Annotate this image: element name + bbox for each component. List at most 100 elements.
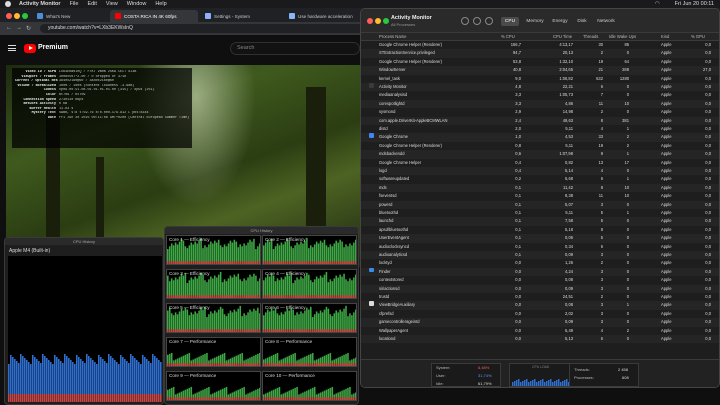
table-cell: 1 — [626, 151, 629, 157]
table-cell: 85 — [624, 42, 629, 47]
table-row[interactable]: sysmond 2,9 14,98 2 0 Apple 0,0 — [361, 108, 719, 116]
table-row[interactable]: distd 2,0 5,11 4 1 Apple 0,0 — [361, 125, 719, 133]
tab-memory[interactable]: Memory — [523, 17, 547, 26]
core-load-bar — [255, 310, 257, 332]
table-row[interactable]: cfprefsd 0,0 2,02 3 0 Apple 0,0 — [361, 310, 719, 318]
more-icon[interactable] — [485, 17, 493, 25]
core-load-bar — [345, 244, 347, 264]
column-header[interactable]: Process Name — [379, 33, 406, 41]
search-icon[interactable] — [705, 17, 713, 25]
table-row[interactable]: kernel_task 9,0 1:06,82 632 1280 Apple 0,0 — [361, 75, 719, 83]
table-row[interactable]: ViewBridgeAuxiliary 0,0 0,08 3 1 Apple 0,0 — [361, 301, 719, 310]
core-system-bar — [345, 397, 347, 400]
apple-menu-icon[interactable] — [5, 1, 11, 7]
wifi-icon[interactable]: ◠ — [655, 1, 660, 7]
minimize-window-icon[interactable] — [375, 18, 381, 24]
column-header[interactable]: % GPU — [691, 33, 705, 41]
core-system-bar — [182, 329, 185, 332]
menu-help[interactable]: Help — [155, 1, 166, 7]
table-row[interactable]: com.apple.DriverKit-AppleBCMWLAN 2,4 49,63… — [361, 116, 719, 125]
minimize-window-icon[interactable] — [14, 13, 20, 19]
menu-icon[interactable] — [8, 45, 16, 51]
youtube-logo-icon[interactable] — [24, 44, 36, 53]
table-row[interactable]: gamecontrollerageintd 0,0 0,09 3 0 Apple 0,0 — [361, 318, 719, 327]
stop-process-icon[interactable] — [461, 17, 469, 25]
table-row[interactable]: Activity Monitor 4,8 22,21 6 0 Apple 0,0 — [361, 83, 719, 92]
table-row[interactable]: mds 0,1 11,42 8 10 Apple 0,0 — [361, 183, 719, 193]
table-row[interactable]: locationd 0,0 5,13 6 0 Apple 0,0 — [361, 335, 719, 344]
menu-view[interactable]: View — [106, 1, 118, 7]
back-icon[interactable]: ← — [6, 25, 12, 31]
core-load-bar — [355, 274, 356, 298]
core-label: Core 6 — Efficiency — [265, 305, 306, 310]
table-row[interactable]: mediaanalysisd 3,3 1:05,73 7 0 Apple 0,0 — [361, 91, 719, 99]
table-row[interactable]: Google Chrome Helper (Renderer) 0,8 5,11 19… — [361, 142, 719, 150]
table-row[interactable]: softwareupdated 0,2 6,68 6 1 Apple 0,0 — [361, 175, 719, 183]
menu-file[interactable]: File — [70, 1, 79, 7]
table-row[interactable]: contextstored 0,0 0,08 3 0 Apple 0,0 — [361, 276, 719, 284]
table-row[interactable]: Google Chrome Helper (Renderer) 156,7 4:13… — [361, 41, 719, 49]
clock[interactable]: Fri Jun 20 00:11 — [675, 1, 714, 7]
table-row[interactable]: logd 0,4 5,14 4 0 Apple 0,0 — [361, 167, 719, 176]
cpu-system-bar — [22, 394, 24, 402]
column-header[interactable]: Idle Wake Ups — [609, 33, 636, 41]
table-row[interactable]: Google Chrome 1,0 4,53 33 2 Apple 0,0 — [361, 133, 719, 142]
column-header[interactable]: % CPU — [501, 33, 515, 41]
search-input[interactable]: Search — [230, 42, 360, 55]
menu-window[interactable]: Window — [127, 1, 147, 7]
core-system-bar — [263, 295, 265, 298]
tab-costa-rica[interactable]: COSTA RICA IN 4K 60fps — [110, 10, 198, 22]
zoom-window-icon[interactable] — [22, 13, 28, 19]
core-system-bar — [243, 295, 245, 298]
table-row[interactable]: Google Chrome Helper 0,4 0,82 13 17 Apple 0,0 — [361, 159, 719, 167]
table-row[interactable]: Finder 0,0 4,24 3 0 Apple 0,0 — [361, 267, 719, 277]
close-window-icon[interactable] — [6, 13, 12, 19]
table-row[interactable]: siriactionsd 0,0 0,09 3 0 Apple 0,0 — [361, 284, 719, 293]
column-header[interactable]: Kind — [661, 33, 669, 41]
table-cell: 49,63 — [562, 117, 573, 123]
table-row[interactable]: mdsbackendd 0,6 1:07,98 9 1 Apple 0,0 — [361, 150, 719, 159]
table-row[interactable]: WallpaperAgent 0,0 6,49 4 2 Apple 0,0 — [361, 327, 719, 335]
zoom-window-icon[interactable] — [383, 18, 389, 24]
core-load-bar — [168, 307, 171, 332]
forward-icon[interactable]: → — [16, 25, 22, 31]
core-system-bar — [217, 397, 220, 400]
table-row[interactable]: powerd 0,1 5,07 3 0 Apple 0,0 — [361, 200, 719, 209]
table-row[interactable]: apsd/bluetoothd 0,1 5,18 8 0 Apple 0,0 — [361, 226, 719, 234]
tab-network[interactable]: Network — [593, 17, 619, 26]
menu-app-name[interactable]: Activity Monitor — [19, 1, 61, 7]
table-row[interactable]: audioclocksyncd 0,1 0,34 6 0 Apple 0,0 — [361, 243, 719, 251]
core-system-bar — [300, 329, 302, 332]
table-row[interactable]: audioanalyticsd 0,1 0,09 3 0 Apple 0,0 — [361, 251, 719, 260]
table-cell: 0,1 — [515, 252, 521, 257]
tab-energy[interactable]: Energy — [549, 17, 571, 26]
tab-hardware-acceleration[interactable]: Use hardware acceleration — [284, 10, 366, 22]
info-icon[interactable] — [473, 17, 481, 25]
reload-icon[interactable]: ↻ — [26, 25, 31, 32]
column-header[interactable]: Threads — [583, 33, 598, 41]
menu-edit[interactable]: Edit — [87, 1, 96, 7]
core-load-bar — [341, 311, 343, 332]
tab-cpu[interactable]: CPU — [501, 17, 519, 26]
table-row[interactable]: UserEventAgent 0,1 0,06 5 0 Apple 0,0 — [361, 234, 719, 243]
table-cell: 0 — [626, 92, 629, 98]
table-row[interactable]: WindowServer 40,8 2:04,65 21 288 Apple 27,0 — [361, 66, 719, 75]
table-row[interactable]: STExtractionService.privileged 94,7 20,13 2… — [361, 49, 719, 58]
table-cell: 13 — [598, 159, 603, 165]
table-row[interactable]: fseventsd 0,1 8,38 11 10 Apple 0,0 — [361, 192, 719, 200]
cpu-system-bar — [138, 394, 140, 402]
column-header[interactable]: CPU Time — [553, 33, 572, 41]
tab-disk[interactable]: Disk — [573, 17, 591, 26]
table-row[interactable]: trustd 0,0 24,51 2 0 Apple 0,0 — [361, 293, 719, 301]
core-system-bar — [192, 397, 195, 400]
table-row[interactable]: bluetoothd 0,1 5,11 5 1 Apple 0,0 — [361, 209, 719, 217]
table-row[interactable]: corespotlightd 3,3 4,86 11 10 Apple 0,0 — [361, 99, 719, 109]
table-row[interactable]: Google Chrome Helper (Renderer) 53,8 1:32,… — [361, 58, 719, 66]
core-system-bar — [184, 397, 187, 400]
tab-whats-new[interactable]: What's New — [32, 10, 108, 22]
core-system-bar — [274, 363, 277, 366]
table-row[interactable]: locktyd 0,0 1,26 2 0 Apple 0,0 — [361, 259, 719, 267]
table-row[interactable]: launchd 0,1 7,58 5 0 Apple 0,0 — [361, 217, 719, 226]
close-window-icon[interactable] — [367, 18, 373, 24]
tab-settings[interactable]: Settings - System — [200, 10, 282, 22]
